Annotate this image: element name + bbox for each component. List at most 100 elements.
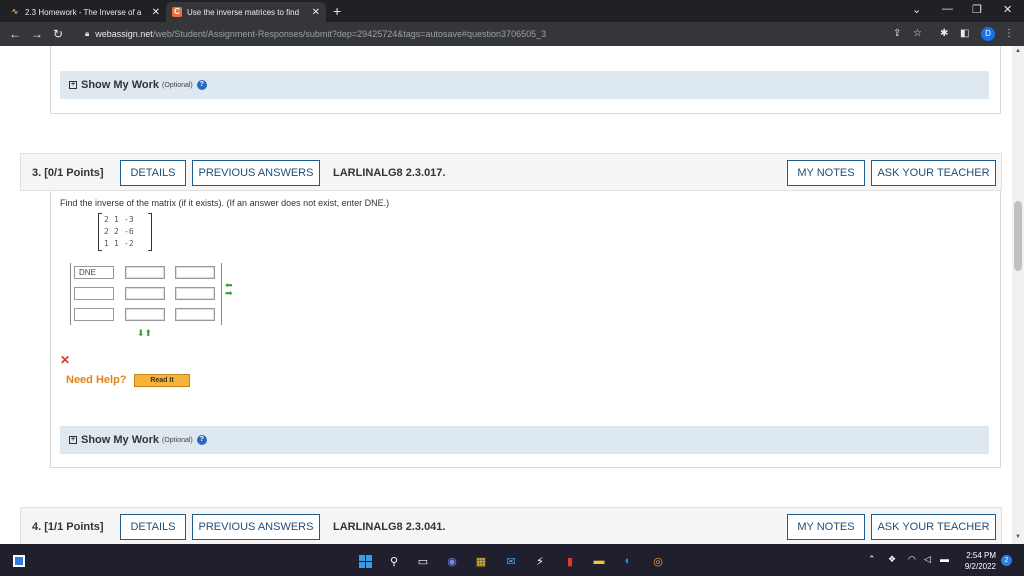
answer-input[interactable] xyxy=(175,308,215,321)
scroll-up-icon[interactable]: ▲ xyxy=(1015,48,1021,54)
matrix-cell: 2 xyxy=(104,215,109,224)
new-tab-icon[interactable]: + xyxy=(333,3,341,19)
page-content: + Show My Work (Optional) ? 3. [0/1 Poin… xyxy=(0,46,1012,544)
calendar-icon[interactable]: ▦ xyxy=(474,554,488,568)
given-matrix: 2 1 -3 2 2 -6 1 1 -2 xyxy=(98,213,152,251)
question-3-header: 3. [0/1 Points] DETAILS PREVIOUS ANSWERS… xyxy=(20,153,1002,191)
address-toolbar: ← → ↻ 🔒︎ webassign.net/web/Student/Assig… xyxy=(0,22,1024,46)
profile-avatar[interactable]: D xyxy=(981,27,995,41)
tab-title: Use the inverse matrices to find xyxy=(187,7,300,17)
tab-chegg[interactable]: C Use the inverse matrices to find ✕ xyxy=(166,2,326,22)
task-view-icon[interactable] xyxy=(12,554,26,568)
wifi-icon[interactable]: ◠ xyxy=(908,554,916,565)
show-my-work-toggle[interactable]: + Show My Work (Optional) ? xyxy=(60,426,989,454)
url-path: /web/Student/Assignment-Responses/submit… xyxy=(152,29,547,39)
tab-title: 2.3 Homework - The Inverse of a xyxy=(25,7,142,17)
minimize-icon[interactable]: — xyxy=(942,3,953,15)
need-help-label: Need Help? xyxy=(66,374,127,386)
chevron-up-icon[interactable]: ⌃ xyxy=(868,554,876,565)
answer-input[interactable] xyxy=(175,266,215,279)
resize-rows-icon[interactable]: ⬇⬆ xyxy=(137,328,152,339)
reload-icon[interactable]: ↻ xyxy=(53,27,63,41)
folder-icon[interactable]: ▬ xyxy=(592,554,606,568)
my-notes-button[interactable]: MY NOTES xyxy=(787,514,865,540)
scroll-thumb[interactable] xyxy=(1014,201,1022,271)
calculus-icon: ∿ xyxy=(11,7,19,16)
answer-input[interactable] xyxy=(175,287,215,300)
chat-icon[interactable]: ◉ xyxy=(445,554,459,568)
page-scrollbar[interactable]: ▲ ▼ xyxy=(1012,46,1024,544)
ask-teacher-button[interactable]: ASK YOUR TEACHER xyxy=(871,160,996,186)
ask-teacher-button[interactable]: ASK YOUR TEACHER xyxy=(871,514,996,540)
clock-date: 9/2/2022 xyxy=(964,562,996,571)
answer-input[interactable] xyxy=(125,308,165,321)
dropbox-icon[interactable]: ❖ xyxy=(888,554,896,565)
matrix-cell: -3 xyxy=(124,215,134,224)
question-code: LARLINALG8 2.3.041. xyxy=(333,521,446,533)
forward-icon[interactable]: → xyxy=(31,27,43,41)
question-4-header: 4. [1/1 Points] DETAILS PREVIOUS ANSWERS… xyxy=(20,507,1002,544)
right-bracket xyxy=(148,213,152,251)
matrix-cell: 2 xyxy=(104,227,109,236)
back-icon[interactable]: ← xyxy=(9,27,21,41)
matrix-cell: 1 xyxy=(104,239,109,248)
previous-answers-button[interactable]: PREVIOUS ANSWERS xyxy=(192,160,320,186)
restore-icon[interactable]: ❐ xyxy=(972,3,982,16)
answer-input[interactable] xyxy=(125,266,165,279)
chrome-icon[interactable]: ◎ xyxy=(651,554,665,568)
sidepanel-icon[interactable]: ◧ xyxy=(960,28,969,39)
expand-icon: + xyxy=(69,81,77,89)
answer-input[interactable] xyxy=(74,287,114,300)
tab-search-icon[interactable]: ⌄ xyxy=(912,3,921,16)
read-it-button[interactable]: Read It xyxy=(134,374,190,387)
menu-icon[interactable]: ⋮ xyxy=(1004,28,1014,39)
start-icon[interactable] xyxy=(358,554,372,568)
notification-badge[interactable]: 2 xyxy=(1001,555,1012,566)
help-icon[interactable]: ? xyxy=(196,80,207,90)
optional-label: (Optional) xyxy=(162,81,193,89)
clock[interactable]: 2:54 PM 9/2/2022 xyxy=(960,550,996,572)
matrix-cell: 2 xyxy=(114,227,119,236)
answer-input[interactable] xyxy=(125,287,165,300)
extensions-icon[interactable]: ✱ xyxy=(940,28,948,39)
my-notes-button[interactable]: MY NOTES xyxy=(787,160,865,186)
url-field[interactable]: 🔒︎ webassign.net/web/Student/Assignment-… xyxy=(80,25,1000,43)
matrix-cell: -2 xyxy=(124,239,134,248)
details-button[interactable]: DETAILS xyxy=(120,160,186,186)
search-icon[interactable]: ⚲ xyxy=(387,554,401,568)
clock-time: 2:54 PM xyxy=(966,551,996,560)
close-window-icon[interactable]: ✕ xyxy=(1003,3,1012,16)
previous-answers-button[interactable]: PREVIOUS ANSWERS xyxy=(192,514,320,540)
answer-input[interactable] xyxy=(74,308,114,321)
edge-icon[interactable]: ◐ xyxy=(621,554,635,568)
battery-icon[interactable]: ▬ xyxy=(940,554,949,564)
optional-label: (Optional) xyxy=(162,436,193,444)
matrix-entries: 2 1 -3 2 2 -6 1 1 -2 xyxy=(104,214,144,249)
details-button[interactable]: DETAILS xyxy=(120,514,186,540)
answer-input[interactable]: DNE xyxy=(74,266,114,279)
show-my-work-label: Show My Work xyxy=(81,434,160,446)
show-my-work-toggle[interactable]: + Show My Work (Optional) ? xyxy=(60,71,989,99)
bolt-icon[interactable]: ⚡︎ xyxy=(533,554,547,568)
incorrect-icon: ✕ xyxy=(60,353,71,367)
question-number: 4. [1/1 Points] xyxy=(32,521,104,533)
mail-icon[interactable]: ✉ xyxy=(504,554,518,568)
question-number: 3. [0/1 Points] xyxy=(32,167,104,179)
office-icon[interactable]: ▮ xyxy=(563,554,577,568)
help-icon[interactable]: ? xyxy=(196,435,207,445)
problem-text: Find the inverse of the matrix (if it ex… xyxy=(60,198,390,208)
share-icon[interactable]: ⇪ xyxy=(893,28,901,39)
url-host: webassign.net xyxy=(95,29,153,39)
resize-columns-icon[interactable]: ⬅ ➡ xyxy=(225,281,233,298)
taskview-icon[interactable]: ▭ xyxy=(416,554,430,568)
matrix-cell: -6 xyxy=(124,227,134,236)
close-tab-icon[interactable]: ✕ xyxy=(312,7,320,18)
bookmark-star-icon[interactable]: ☆ xyxy=(913,28,922,39)
scroll-down-icon[interactable]: ▼ xyxy=(1015,534,1021,540)
lock-icon[interactable]: 🔒︎ xyxy=(85,29,89,39)
left-bracket xyxy=(98,213,102,251)
show-my-work-label: Show My Work xyxy=(81,79,160,91)
tab-homework[interactable]: ∿ 2.3 Homework - The Inverse of a ✕ xyxy=(4,2,166,22)
volume-icon[interactable]: ◁ xyxy=(924,554,931,565)
close-tab-icon[interactable]: ✕ xyxy=(152,7,160,18)
